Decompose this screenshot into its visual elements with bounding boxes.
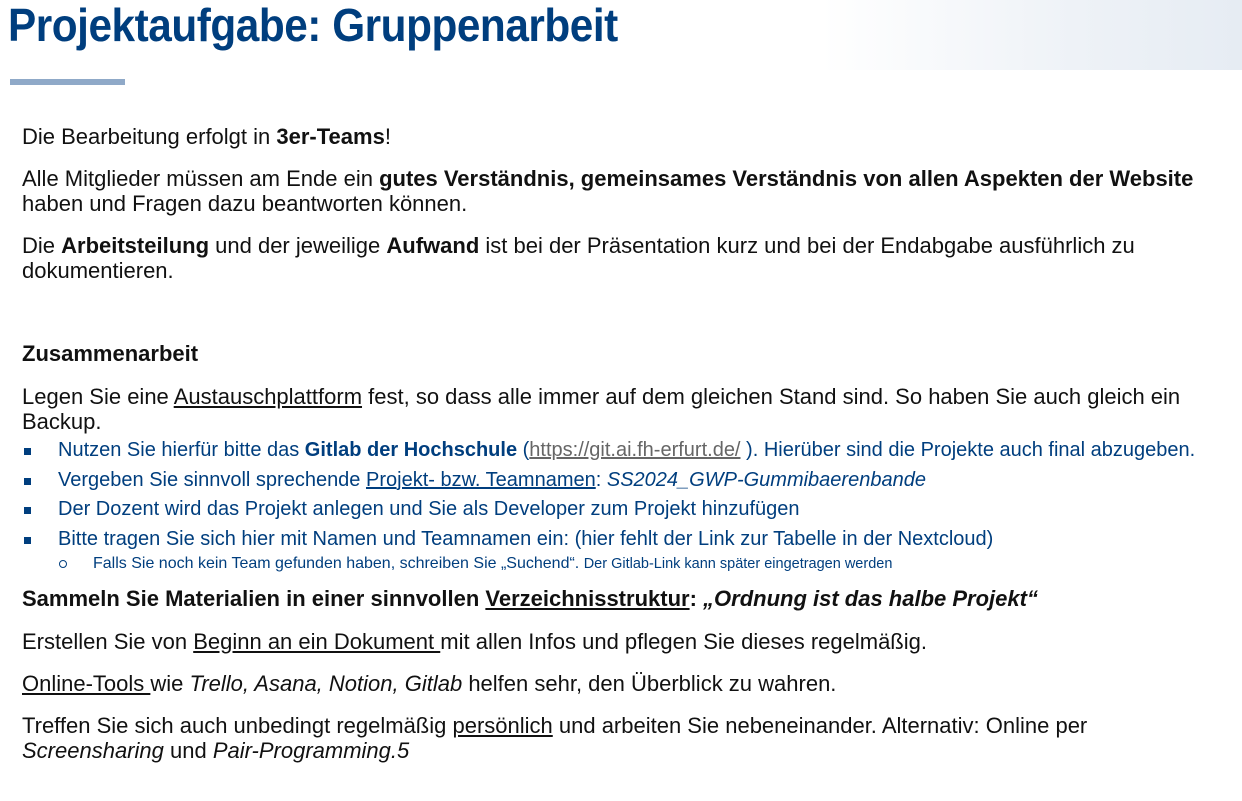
underlined-text: persönlich (452, 713, 553, 738)
circle-bullet-icon (59, 560, 67, 568)
text: mit allen Infos und pflegen Sie dieses r… (440, 629, 927, 654)
sub-list-item-searching: Falls Sie noch kein Team gefunden haben,… (22, 554, 1232, 574)
page-title: Projektaufgabe: Gruppenarbeit (8, 0, 618, 51)
bullet-list: Nutzen Sie hierfür bitte das Gitlab der … (22, 436, 1232, 554)
text: und der jeweilige (209, 233, 387, 258)
text: ! (384, 124, 391, 149)
paragraph-exchange-platform: Legen Sie eine Austauschplattform fest, … (22, 384, 1232, 434)
square-bullet-icon (24, 536, 31, 544)
text: Erstellen Sie von (22, 629, 194, 654)
example-team-name: SS2024_GWP-Gummibaerenbande (606, 468, 926, 491)
text: und arbeiten Sie nebeneinander. Alternat… (552, 713, 1088, 738)
text: und (163, 738, 213, 763)
paragraph-meetings: Treffen Sie sich auch unbedingt regelmäß… (22, 713, 1232, 763)
slide-content: Die Bearbeitung erfolgt in 3er-Teams! Al… (22, 124, 1232, 763)
paragraph-teams: Die Bearbeitung erfolgt in 3er-Teams! (22, 124, 1232, 149)
bold-text: gutes Verständnis, gemeinsames Verständn… (379, 166, 1194, 191)
text: helfen sehr, den Überblick zu wahren. (462, 671, 837, 696)
bold-text: 3er-Teams (276, 124, 385, 149)
heading-materials: Sammeln Sie Materialien in einer sinnvol… (22, 586, 1232, 611)
text: haben und Fragen dazu beantworten können… (22, 191, 468, 216)
title-underline-rule (10, 79, 125, 85)
square-bullet-icon (24, 507, 31, 514)
italic-text: Trello, Asana, Notion, Gitlab (189, 671, 463, 696)
heading-zusammenarbeit: Zusammenarbeit (22, 341, 199, 366)
list-item-register: Bitte tragen Sie sich hier mit Namen und… (22, 525, 1232, 555)
paragraph-document: Erstellen Sie von Beginn an ein Dokument… (22, 629, 1232, 654)
paragraph-division-of-work: Die Arbeitsteilung und der jeweilige Auf… (22, 233, 1232, 283)
text: wie (150, 671, 190, 696)
bold-text: Arbeitsteilung (61, 233, 210, 258)
sub-bullet-list: Falls Sie noch kein Team gefunden haben,… (22, 554, 1232, 574)
text: : (689, 586, 704, 611)
paragraph-understanding: Alle Mitglieder müssen am Ende ein gutes… (22, 166, 1232, 216)
text: Nutzen Sie hierfür bitte das (58, 439, 305, 461)
text: Der Dozent wird das Projekt anlegen und … (58, 498, 800, 520)
text: : (595, 468, 607, 491)
text: Die Bearbeitung erfolgt in (22, 124, 277, 149)
underlined-text: Verzeichnisstruktur (485, 586, 690, 611)
italic-quote: „Ordnung ist das halbe Projekt“ (703, 586, 1038, 611)
square-bullet-icon (24, 477, 31, 485)
text: Bitte tragen Sie sich hier mit Namen und… (58, 527, 994, 550)
underlined-text: Beginn an ein Dokument (193, 629, 441, 654)
gitlab-link[interactable]: https://git.ai.fh-erfurt.de/ (529, 439, 740, 461)
text: Vergeben Sie sinnvoll sprechende (58, 468, 366, 491)
text: Sammeln Sie Materialien in einer sinnvol… (22, 586, 486, 611)
text: Treffen Sie sich auch unbedingt regelmäß… (22, 713, 453, 738)
small-text: Der Gitlab-Link kann später eingetragen … (583, 556, 893, 572)
text: Alle Mitglieder müssen am Ende ein (22, 166, 380, 191)
underlined-text: Online-Tools (22, 671, 151, 696)
header-decoration (822, 0, 1242, 70)
underlined-text: Projekt- bzw. Teamnamen (366, 468, 596, 491)
italic-text: Screensharing (22, 738, 164, 763)
list-item-developer: Der Dozent wird das Projekt anlegen und … (22, 495, 1232, 525)
text: Falls Sie noch kein Team gefunden haben,… (93, 555, 584, 572)
bold-text: Aufwand (386, 233, 480, 258)
list-item-team-names: Vergeben Sie sinnvoll sprechende Projekt… (22, 466, 1232, 496)
text: ). Hierüber sind die Projekte auch final… (740, 439, 1196, 461)
square-bullet-icon (24, 448, 31, 455)
list-item-gitlab: Nutzen Sie hierfür bitte das Gitlab der … (22, 436, 1232, 466)
italic-text: Pair-Programming.5 (212, 738, 410, 763)
paragraph-online-tools: Online-Tools wie Trello, Asana, Notion, … (22, 671, 1232, 696)
text: ( (517, 439, 530, 461)
text: Die (22, 233, 62, 258)
bold-text: Gitlab der Hochschule (304, 439, 518, 461)
text: Legen Sie eine (22, 384, 174, 409)
underlined-text: Austauschplattform (173, 384, 363, 409)
